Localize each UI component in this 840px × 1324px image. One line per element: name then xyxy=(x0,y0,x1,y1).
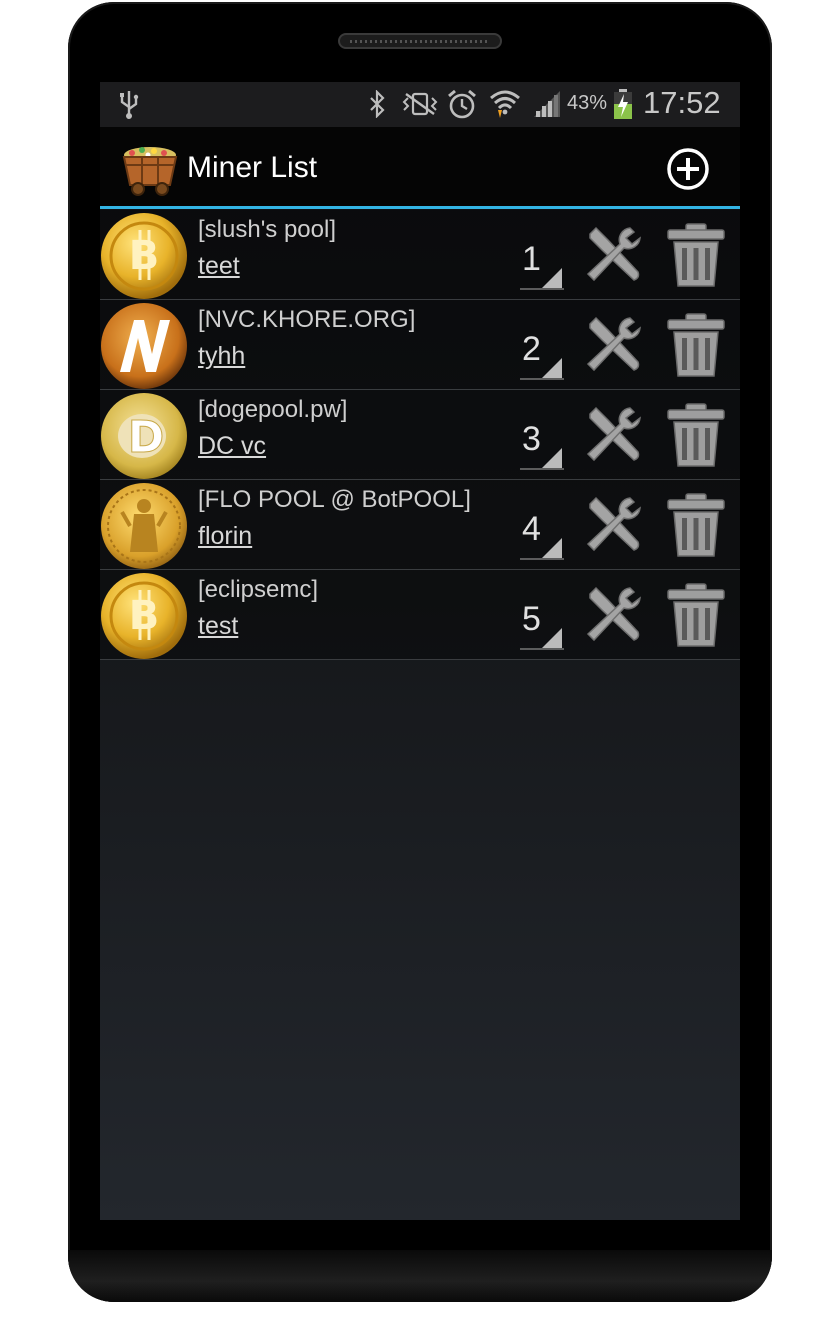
miner-name-link[interactable]: test xyxy=(198,612,238,641)
list-item[interactable]: B [slush's pool] teet 1 xyxy=(100,210,740,300)
miner-name-link[interactable]: teet xyxy=(198,252,240,281)
signal-icon xyxy=(532,88,562,120)
miner-name-link[interactable]: florin xyxy=(198,522,252,551)
list-item[interactable]: [NVC.KHORE.ORG] tyhh 2 xyxy=(100,300,740,390)
svg-text:D: D xyxy=(128,412,165,463)
delete-miner-button[interactable] xyxy=(666,312,726,378)
add-miner-button[interactable] xyxy=(666,147,710,191)
trash-icon xyxy=(667,223,725,287)
miner-name-link[interactable]: tyhh xyxy=(198,342,245,371)
mine-cart-icon xyxy=(120,139,180,199)
battery-charging-icon xyxy=(612,88,634,120)
add-circle-icon xyxy=(667,148,709,190)
vibrate-icon xyxy=(402,88,438,120)
screen: 43% 17:52 Miner List B [slush's pool] te… xyxy=(100,82,740,1220)
trash-icon xyxy=(667,493,725,557)
list-item[interactable]: [FLO POOL @ BotPOOL] florin 4 xyxy=(100,480,740,570)
miner-name-link[interactable]: DC vc xyxy=(198,432,266,461)
phone-speaker xyxy=(338,33,502,49)
order-value: 2 xyxy=(522,330,541,368)
status-bar: 43% 17:52 xyxy=(100,82,740,127)
trash-icon xyxy=(667,583,725,647)
order-spinner[interactable]: 4 xyxy=(520,510,564,560)
bluetooth-icon xyxy=(366,88,388,120)
order-value: 3 xyxy=(522,420,541,458)
edit-miner-button[interactable] xyxy=(582,314,642,376)
edit-miner-button[interactable] xyxy=(582,494,642,556)
pool-label: [slush's pool] xyxy=(198,216,336,243)
phone-chin xyxy=(68,1250,772,1302)
order-spinner[interactable]: 5 xyxy=(520,600,564,650)
tools-icon xyxy=(586,586,641,642)
usb-icon xyxy=(116,88,142,120)
order-value: 1 xyxy=(522,240,541,278)
order-spinner[interactable]: 1 xyxy=(520,240,564,290)
pool-label: [FLO POOL @ BotPOOL] xyxy=(198,486,471,513)
list-item[interactable]: D [dogepool.pw] DC vc 3 xyxy=(100,390,740,480)
order-spinner[interactable]: 2 xyxy=(520,330,564,380)
pool-label: [eclipsemc] xyxy=(198,576,319,603)
bitcoin-icon: B xyxy=(100,212,188,300)
wifi-icon xyxy=(488,88,522,120)
clock: 17:52 xyxy=(643,85,721,120)
order-spinner[interactable]: 3 xyxy=(520,420,564,470)
novacoin-icon xyxy=(100,302,188,390)
pool-label: [NVC.KHORE.ORG] xyxy=(198,306,416,333)
delete-miner-button[interactable] xyxy=(666,222,726,288)
delete-miner-button[interactable] xyxy=(666,402,726,468)
edit-miner-button[interactable] xyxy=(582,224,642,286)
delete-miner-button[interactable] xyxy=(666,582,726,648)
pool-label: [dogepool.pw] xyxy=(198,396,348,423)
miner-list: B [slush's pool] teet 1 [NVC.KHORE.ORG] … xyxy=(100,210,740,660)
edit-miner-button[interactable] xyxy=(582,584,642,646)
tools-icon xyxy=(586,406,641,462)
list-item[interactable]: B [eclipsemc] test 5 xyxy=(100,570,740,660)
dogecoin-icon: D xyxy=(100,392,188,480)
trash-icon xyxy=(667,403,725,467)
page-title: Miner List xyxy=(187,151,318,184)
edit-miner-button[interactable] xyxy=(582,404,642,466)
alarm-icon xyxy=(446,88,478,120)
order-value: 4 xyxy=(522,510,541,548)
delete-miner-button[interactable] xyxy=(666,492,726,558)
svg-text:B: B xyxy=(129,233,160,279)
action-bar: Miner List xyxy=(100,127,740,209)
trash-icon xyxy=(667,313,725,377)
florincoin-icon xyxy=(100,482,188,570)
order-value: 5 xyxy=(522,600,541,638)
tools-icon xyxy=(586,496,641,552)
tools-icon xyxy=(586,316,641,372)
bitcoin-icon: B xyxy=(100,572,188,660)
battery-percent: 43% xyxy=(567,92,608,114)
svg-text:B: B xyxy=(129,593,160,639)
tools-icon xyxy=(586,226,641,282)
